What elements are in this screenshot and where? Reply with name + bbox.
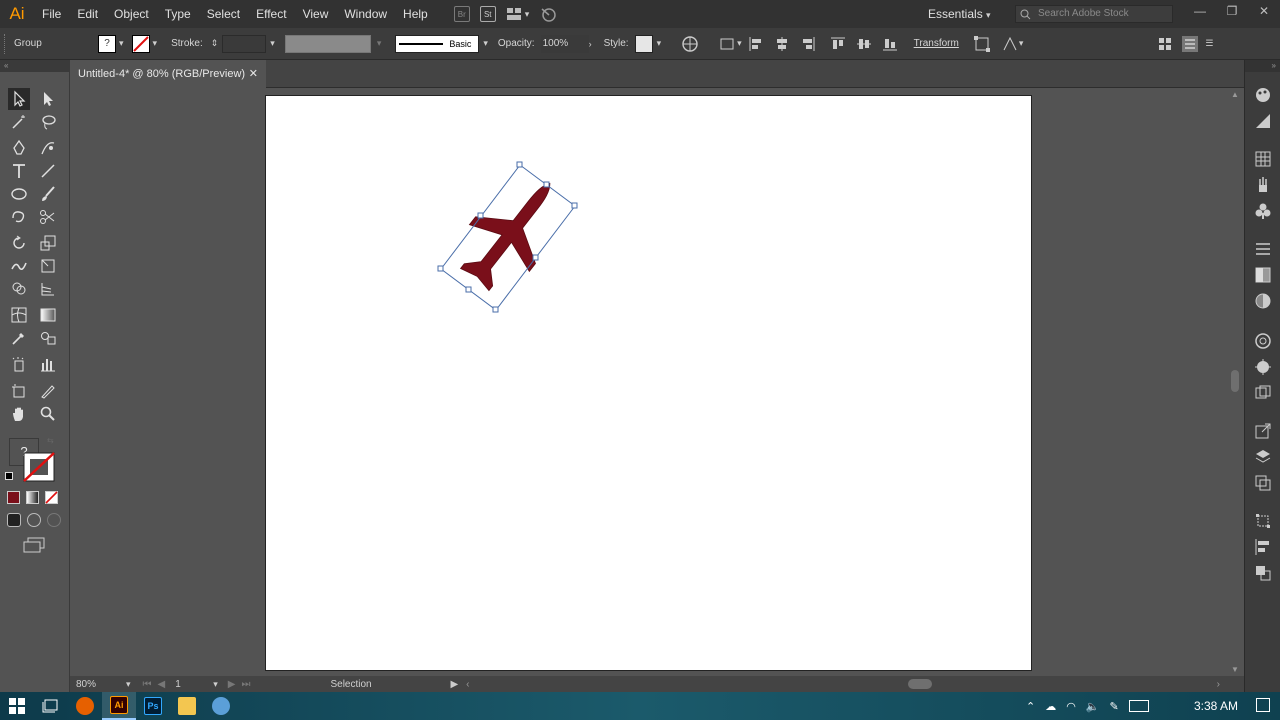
scroll-up-icon[interactable]: ▲ [1231, 90, 1239, 99]
transparency-icon[interactable] [1254, 292, 1272, 310]
tray-overflow-icon[interactable]: ⌃ [1026, 700, 1035, 713]
generic-app-icon [212, 697, 230, 715]
windows-logo-icon [9, 698, 25, 714]
handle-left[interactable] [437, 265, 444, 272]
gradient-panel-icon[interactable] [1254, 266, 1272, 284]
panel-dock: » [1244, 60, 1280, 692]
wifi-icon[interactable]: ◠ [1066, 700, 1076, 713]
pathfinder-icon[interactable] [1254, 564, 1272, 582]
next-artboard-icon[interactable]: ▶ [228, 679, 236, 690]
vertical-scroll-thumb[interactable] [1231, 370, 1239, 392]
transform-panel-icon[interactable] [1254, 512, 1272, 530]
artwork-layer [437, 160, 580, 313]
taskbar-file-explorer[interactable] [170, 692, 204, 720]
handle-right[interactable] [571, 202, 578, 209]
task-view-button[interactable] [34, 692, 68, 720]
handle-bottom[interactable] [492, 306, 499, 313]
volume-icon[interactable]: 🔈 [1086, 700, 1100, 713]
onedrive-icon[interactable]: ☁ [1045, 700, 1056, 713]
windows-taskbar: Ai Ps ⌃ ☁ ◠ 🔈 ✎ 3:38 AM [0, 692, 1280, 720]
chevron-down-icon[interactable]: ▾ [126, 679, 131, 690]
vertical-scrollbar[interactable]: ▲ ▼ [1228, 88, 1242, 676]
artboards-icon[interactable] [1254, 474, 1272, 492]
brushes-icon[interactable] [1254, 176, 1272, 194]
illustrator-icon: Ai [110, 696, 128, 714]
taskbar-app[interactable] [204, 692, 238, 720]
artboard-number[interactable]: 1 [175, 679, 213, 690]
system-tray: ⌃ ☁ ◠ 🔈 ✎ [1026, 692, 1149, 720]
color-guide-icon[interactable] [1254, 112, 1272, 130]
current-tool-status: Selection [330, 678, 372, 690]
zoom-level[interactable]: 80% [76, 679, 126, 690]
dock-collapse-icon[interactable]: » [1245, 60, 1280, 72]
firefox-icon [76, 697, 94, 715]
last-artboard-icon[interactable]: ⏭ [241, 679, 250, 690]
handle-bottom-right[interactable] [532, 254, 539, 261]
keyboard-icon[interactable] [1128, 700, 1149, 712]
symbols-icon[interactable] [1254, 202, 1272, 220]
prev-artboard-icon[interactable]: ◀ [158, 679, 166, 690]
stroke-panel-icon[interactable] [1254, 240, 1272, 258]
status-bar: 80% ▾ ⏮ ◀ 1 ▾ ▶ ⏭ Selection ▶ ‹ › [70, 676, 1244, 692]
start-button[interactable] [0, 692, 34, 720]
align-panel-icon[interactable] [1254, 538, 1272, 556]
chevron-down-icon[interactable]: ▾ [213, 679, 218, 690]
horizontal-scroll-thumb[interactable] [908, 679, 932, 689]
layers-icon[interactable] [1254, 448, 1272, 466]
image-trace-icon[interactable] [1254, 384, 1272, 402]
pen-workspace-icon[interactable]: ✎ [1110, 700, 1119, 713]
airplane-shape[interactable] [445, 160, 580, 303]
scroll-left-icon[interactable]: ‹ [466, 679, 469, 690]
handle-top-right[interactable] [543, 181, 550, 188]
taskbar-clock[interactable]: 3:38 AM [1194, 692, 1238, 720]
first-artboard-icon[interactable]: ⏮ [143, 679, 152, 690]
handle-bottom-left[interactable] [465, 286, 472, 293]
folder-icon [178, 697, 196, 715]
handle-top-left[interactable] [477, 212, 484, 219]
taskbar-photoshop[interactable]: Ps [136, 692, 170, 720]
graphic-styles-icon[interactable] [1254, 358, 1272, 376]
appearance-icon[interactable] [1254, 332, 1272, 350]
scroll-down-icon[interactable]: ▼ [1231, 665, 1239, 674]
action-center-icon[interactable] [1256, 698, 1270, 712]
handle-top[interactable] [516, 161, 523, 168]
airplane-artwork[interactable] [445, 160, 580, 303]
swatches-icon[interactable] [1254, 150, 1272, 168]
status-menu-icon[interactable]: ▶ [450, 679, 458, 690]
taskbar-firefox[interactable] [68, 692, 102, 720]
photoshop-icon: Ps [144, 697, 162, 715]
scroll-right-icon[interactable]: › [1217, 679, 1220, 690]
color-panel-icon[interactable] [1254, 86, 1272, 104]
taskbar-illustrator[interactable]: Ai [102, 692, 136, 720]
task-view-icon [42, 699, 58, 713]
export-asset-icon[interactable] [1254, 422, 1272, 440]
